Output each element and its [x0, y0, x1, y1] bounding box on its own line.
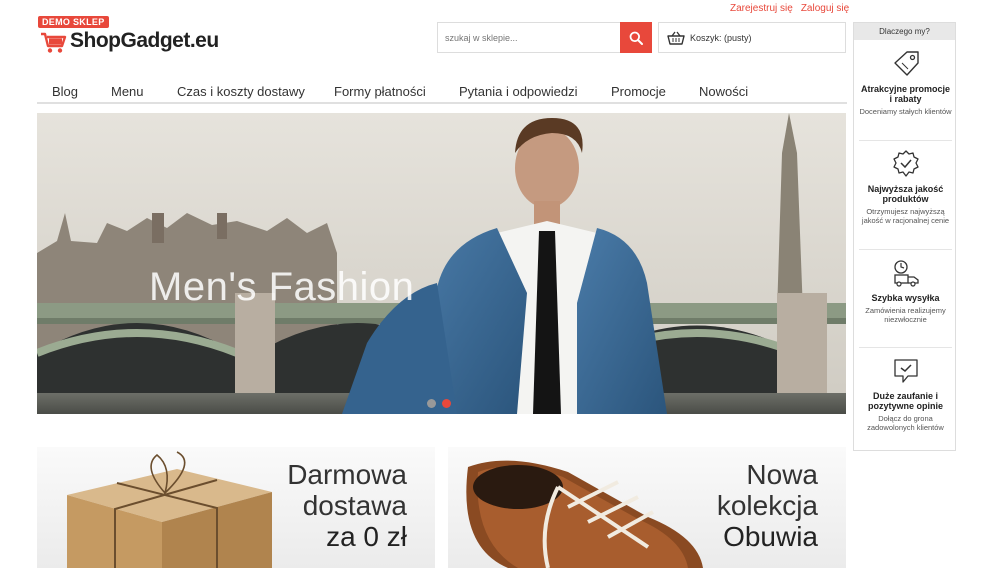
login-link[interactable]: Zaloguj się	[801, 3, 849, 14]
search-button[interactable]	[620, 22, 652, 53]
logo-badge: DEMO SKLEP	[38, 16, 109, 28]
promo-free-delivery[interactable]: Darmowa dostawa za 0 zł	[37, 447, 435, 568]
promo-line: za 0 zł	[326, 521, 407, 552]
promo-line: dostawa	[302, 490, 407, 521]
nav-item-payment[interactable]: Formy płatności	[334, 84, 426, 99]
promo-new-shoes-text: Nowa kolekcja Obuwia	[717, 459, 818, 552]
slide-dot-2[interactable]	[442, 399, 451, 408]
divider	[859, 249, 952, 250]
search-icon	[629, 31, 643, 45]
trust-chat-icon	[893, 359, 918, 383]
feature-title: Szybka wysyłka	[871, 293, 940, 303]
feature-promotions: Atrakcyjne promocje i rabaty Doceniamy s…	[859, 49, 952, 116]
nav-item-menu[interactable]: Menu	[111, 84, 144, 99]
parcel-image	[67, 451, 272, 568]
search-bar	[437, 22, 652, 53]
feature-desc: Doceniamy stałych klientów	[859, 107, 952, 116]
shop-page: Zarejestruj się Zaloguj się DEMO SKLEP Sh…	[0, 0, 983, 583]
cart-label: Koszyk: (pusty)	[690, 32, 752, 43]
account-links: Zarejestruj się Zaloguj się	[730, 3, 849, 14]
register-link[interactable]: Zarejestruj się	[730, 3, 793, 14]
feature-title: Duże zaufanie i pozytywne opinie	[867, 391, 943, 411]
logo-cart-icon	[41, 32, 67, 53]
promo-line: Obuwia	[723, 521, 818, 552]
feature-quality: Najwyższa jakość produktów Otrzymujesz n…	[859, 149, 952, 225]
cart-button[interactable]: Koszyk: (pusty)	[658, 22, 846, 53]
nav-item-blog[interactable]: Blog	[52, 84, 78, 99]
nav-item-faq[interactable]: Pytania i odpowiedzi	[459, 84, 578, 99]
fast-delivery-icon	[893, 260, 919, 287]
basket-icon	[667, 31, 685, 45]
price-tag-icon	[893, 51, 919, 76]
promo-line: Darmowa	[287, 459, 407, 490]
promo-line: Nowa	[746, 459, 818, 490]
slider-dots	[427, 399, 451, 408]
feature-desc: Zamówienia realizujemy niezwłocznie	[865, 306, 946, 324]
main-nav: Blog Menu Czas i koszty dostawy Formy pł…	[37, 80, 847, 104]
why-us-sidebar: Dlaczego my? Atrakcyjne promocje i rabat…	[853, 22, 956, 451]
shoe-image	[466, 460, 703, 568]
search-input[interactable]	[437, 22, 620, 53]
shop-logo[interactable]: DEMO SKLEP ShopGadget.eu	[38, 16, 228, 60]
feature-title: Atrakcyjne promocje i rabaty	[860, 84, 951, 104]
quality-badge-icon	[892, 150, 919, 177]
nav-item-delivery[interactable]: Czas i koszty dostawy	[177, 84, 305, 99]
nav-item-promotions[interactable]: Promocje	[611, 84, 666, 99]
feature-fast-shipping: Szybka wysyłka Zamówienia realizujemy ni…	[859, 258, 952, 324]
divider	[859, 347, 952, 348]
feature-desc: Dołącz do grona zadowolonych klientów	[867, 414, 944, 432]
feature-title: Najwyższa jakość produktów	[867, 184, 944, 204]
slide-dot-1[interactable]	[427, 399, 436, 408]
hero-caption: Men's Fashion	[149, 265, 415, 309]
promo-free-delivery-text: Darmowa dostawa za 0 zł	[287, 459, 407, 552]
nav-item-new[interactable]: Nowości	[699, 84, 748, 99]
logo-text: ShopGadget.eu	[70, 29, 219, 52]
sidebar-heading: Dlaczego my?	[854, 23, 955, 40]
divider	[859, 140, 952, 141]
feature-trust: Duże zaufanie i pozytywne opinie Dołącz …	[859, 356, 952, 432]
feature-desc: Otrzymujesz najwyższą jakość w racjonaln…	[861, 207, 950, 225]
hero-image	[37, 113, 846, 414]
promo-new-shoes[interactable]: Nowa kolekcja Obuwia	[448, 447, 846, 568]
hero-slider[interactable]: Men's Fashion	[37, 113, 846, 414]
promo-line: kolekcja	[716, 490, 818, 521]
